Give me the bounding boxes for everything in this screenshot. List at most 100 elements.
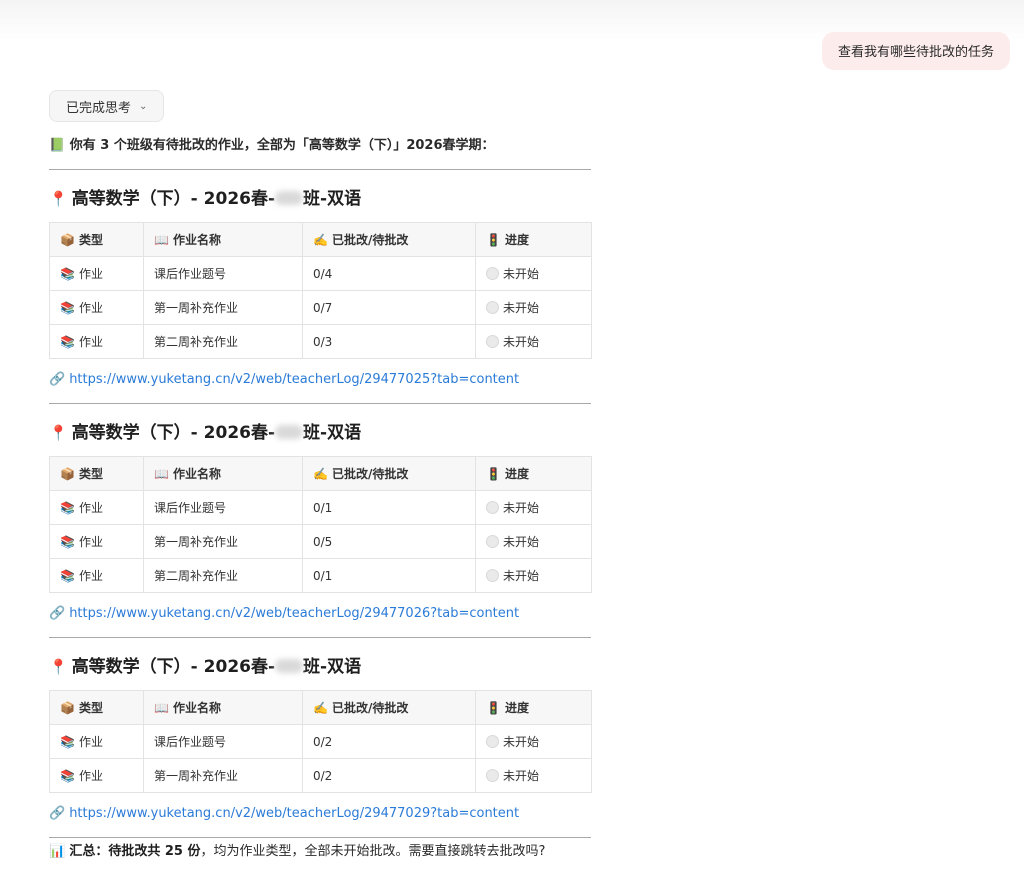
section-title: 📍 高等数学（下）- 2026春- 班-双语 [49,421,591,445]
table-row: 📚 作业 第二周补充作业 0/3 未开始 [49,324,592,359]
header-type-label: 类型 [78,233,103,247]
redacted-class-name [275,425,304,439]
link-line: 🔗 https://www.yuketang.cn/v2/web/teacherL… [49,369,591,391]
tasks-table: 📦 类型 📖 作业名称 ✍️ 已批改/待批改 🚦 进度 📚 作业 课后作业题号 0/2 未开始 📚 作业 第一… [49,690,592,793]
cell-graded: 0/4 [302,256,476,291]
redacted-class-name [275,191,304,205]
progress-value: 未开始 [503,735,540,749]
divider [49,403,591,404]
table-row: 📚 作业 课后作业题号 0/1 未开始 [49,490,592,525]
table-row: 📚 作业 第二周补充作业 0/1 未开始 [49,558,592,593]
cell-graded: 0/1 [302,558,476,593]
header-type-label: 类型 [78,467,103,481]
table-header-row: 📦 类型 📖 作业名称 ✍️ 已批改/待批改 🚦 进度 [49,690,592,725]
header-type: 📦 类型 [49,222,144,257]
section-title: 📍 高等数学（下）- 2026春- 班-双语 [49,187,591,211]
section-title-prefix: 高等数学（下）- 2026春- [71,657,276,677]
header-graded-label: 已批改/待批改 [331,233,409,247]
header-type-label: 类型 [78,701,103,715]
table-row: 📚 作业 第一周补充作业 0/7 未开始 [49,290,592,325]
header-progress: 🚦 进度 [475,456,592,491]
header-progress-label: 进度 [504,701,529,715]
book-icon: 📗 [49,138,66,153]
writing-hand-icon: ✍️ [313,701,328,715]
type-value: 作业 [78,569,103,583]
header-progress-label: 进度 [504,233,529,247]
traffic-light-icon: 🚦 [486,467,501,481]
header-type: 📦 类型 [49,456,144,491]
progress-value: 未开始 [503,267,540,281]
section-title: 📍 高等数学（下）- 2026春- 班-双语 [49,655,591,679]
books-icon: 📚 [60,735,75,749]
cell-type: 📚 作业 [49,524,144,559]
cell-type: 📚 作业 [49,256,144,291]
progress-value: 未开始 [503,301,540,315]
header-graded: ✍️ 已批改/待批改 [302,690,476,725]
books-icon: 📚 [60,335,75,349]
package-icon: 📦 [60,467,75,481]
header-graded-label: 已批改/待批改 [331,467,409,481]
cell-progress: 未开始 [475,290,592,325]
type-value: 作业 [78,335,103,349]
header-progress-label: 进度 [504,467,529,481]
cell-graded: 0/7 [302,290,476,325]
thinking-toggle-label: 已完成思考 [66,100,132,116]
table-row: 📚 作业 课后作业题号 0/4 未开始 [49,256,592,291]
pin-icon: 📍 [49,658,68,676]
header-name-label: 作业名称 [172,701,221,715]
writing-hand-icon: ✍️ [313,467,328,481]
section-title-suffix: 班-双语 [303,657,362,677]
header-name-label: 作业名称 [172,233,221,247]
cell-name: 第一周补充作业 [143,758,303,793]
white-circle-icon [486,769,499,782]
header-graded: ✍️ 已批改/待批改 [302,456,476,491]
link-icon: 🔗 [49,372,66,387]
divider [49,837,591,838]
progress-value: 未开始 [503,569,540,583]
thinking-toggle-button[interactable]: 已完成思考 ⌄ [49,90,165,122]
cell-type: 📚 作业 [49,758,144,793]
cell-graded: 0/2 [302,724,476,759]
cell-graded: 0/1 [302,490,476,525]
cell-graded: 0/5 [302,524,476,559]
open-book-icon: 📖 [154,467,169,481]
table-header-row: 📦 类型 📖 作业名称 ✍️ 已批改/待批改 🚦 进度 [49,222,592,257]
teacher-log-link[interactable]: https://www.yuketang.cn/v2/web/teacherLo… [69,806,519,821]
summary-bold: 待批改共 25 份 [108,844,201,859]
divider [49,169,591,170]
summary-line: 📊 汇总：待批改共 25 份，均为作业类型，全部未开始批改。需要直接跳转去批改吗… [49,842,591,862]
table-row: 📚 作业 第一周补充作业 0/5 未开始 [49,524,592,559]
teacher-log-link[interactable]: https://www.yuketang.cn/v2/web/teacherLo… [69,372,519,387]
link-icon: 🔗 [49,606,66,621]
link-line: 🔗 https://www.yuketang.cn/v2/web/teacherL… [49,603,591,625]
header-name: 📖 作业名称 [143,222,303,257]
cell-progress: 未开始 [475,324,592,359]
cell-name: 第一周补充作业 [143,524,303,559]
section-title-suffix: 班-双语 [303,189,362,209]
pin-icon: 📍 [49,424,68,442]
type-value: 作业 [78,267,103,281]
open-book-icon: 📖 [154,233,169,247]
cell-progress: 未开始 [475,558,592,593]
traffic-light-icon: 🚦 [486,701,501,715]
books-icon: 📚 [60,501,75,515]
cell-progress: 未开始 [475,490,592,525]
summary-rest: ，均为作业类型，全部未开始批改。需要直接跳转去批改吗? [200,844,546,859]
books-icon: 📚 [60,569,75,583]
open-book-icon: 📖 [154,701,169,715]
redacted-class-name [275,659,304,673]
header-progress: 🚦 进度 [475,222,592,257]
cell-name: 第二周补充作业 [143,558,303,593]
cell-type: 📚 作业 [49,490,144,525]
chevron-down-icon: ⌄ [139,100,148,112]
progress-value: 未开始 [503,335,540,349]
cell-name: 课后作业题号 [143,490,303,525]
user-message-text: 查看我有哪些待批改的任务 [837,45,994,60]
books-icon: 📚 [60,535,75,549]
bar-chart-icon: 📊 [49,844,66,859]
teacher-log-link[interactable]: https://www.yuketang.cn/v2/web/teacherLo… [69,606,519,621]
progress-value: 未开始 [503,769,540,783]
user-message-bubble: 查看我有哪些待批改的任务 [821,32,1010,70]
pin-icon: 📍 [49,190,68,208]
white-circle-icon [486,267,499,280]
